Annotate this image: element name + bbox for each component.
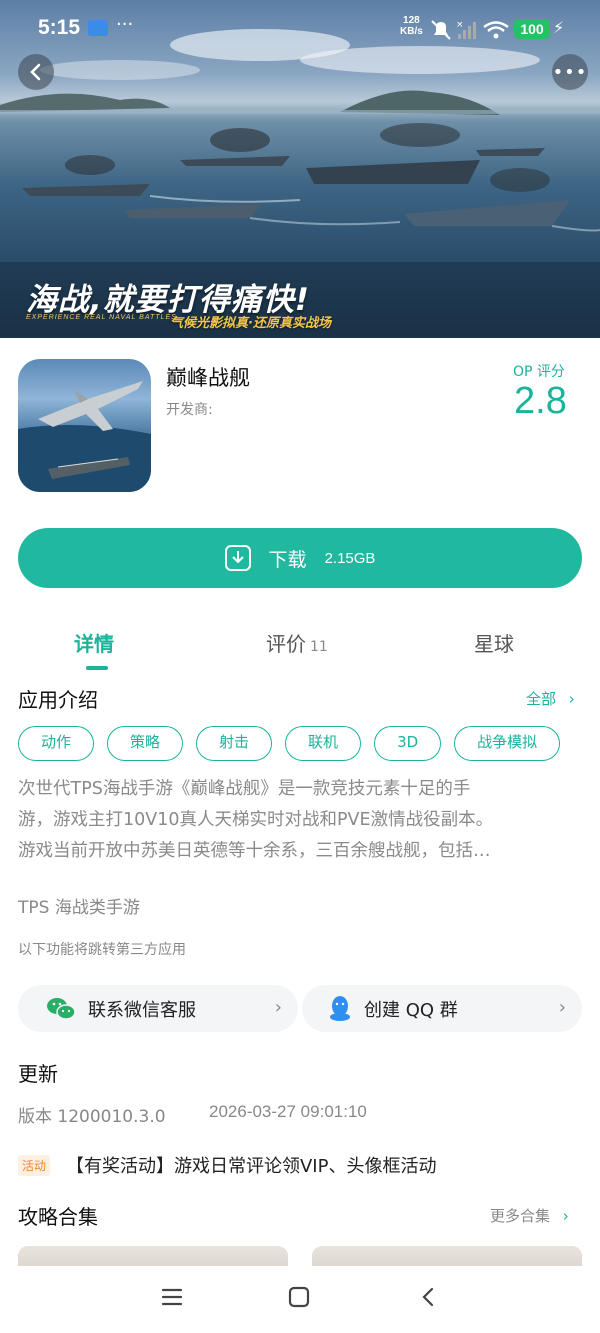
- svg-text:×: ×: [456, 20, 464, 30]
- update-title: 更新: [18, 1062, 58, 1086]
- app-icon: [18, 359, 151, 492]
- menu-icon[interactable]: [161, 1286, 183, 1308]
- qq-icon: [330, 995, 350, 1021]
- more-collections-link[interactable]: 更多合集 ›: [490, 1205, 569, 1226]
- chevron-right-icon: ›: [558, 997, 566, 1018]
- status-more-dots: ···: [116, 14, 134, 35]
- banner-slogan-en: EXPERIENCE REAL NAVAL BATTLES: [26, 314, 177, 321]
- tag-item[interactable]: 联机: [285, 726, 362, 761]
- chevron-right-icon: ›: [568, 690, 575, 708]
- activity-badge: 活动: [18, 1155, 51, 1176]
- more-options-button[interactable]: •••: [552, 54, 588, 90]
- update-date: 2026-03-27 09:01:10: [209, 1102, 367, 1121]
- network-speed-unit: KB/s: [400, 26, 423, 37]
- activity-link[interactable]: 【有奖活动】游戏日常评论领VIP、头像框活动: [66, 1152, 436, 1178]
- hero-banner[interactable]: 5:15 ··· 128 KB/s × 100 ⚡ ••• 海战,就要打得痛快!…: [0, 0, 600, 338]
- developer-label: 开发商:: [166, 402, 213, 418]
- tab-reviews-label: 评价: [266, 632, 306, 656]
- chevron-left-icon: [30, 63, 41, 81]
- wechat-support-label: 联系微信客服: [88, 999, 196, 1021]
- tag-item[interactable]: 策略: [107, 726, 184, 761]
- chevron-right-icon: ›: [274, 997, 282, 1018]
- network-speed: 128 KB/s: [400, 15, 423, 37]
- rating-label: OP 评分: [513, 364, 565, 380]
- back-button[interactable]: [18, 54, 54, 90]
- back-nav-icon[interactable]: [418, 1286, 440, 1308]
- more-dots-icon: •••: [552, 61, 588, 83]
- charging-icon: ⚡: [553, 18, 565, 37]
- network-speed-value: 128: [403, 15, 420, 26]
- chevron-right-icon: ›: [562, 1207, 569, 1225]
- tab-details[interactable]: 详情: [74, 628, 114, 657]
- wechat-support-button[interactable]: 联系微信客服 ›: [18, 985, 298, 1032]
- description-line: 次世代TPS海战手游《巅峰战舰》是一款竞技元素十足的手: [18, 779, 471, 799]
- battery-indicator: 100: [514, 19, 550, 39]
- intro-see-all[interactable]: 全部 ›: [526, 688, 575, 709]
- wechat-icon: [47, 997, 76, 1020]
- guides-title: 攻略合集: [18, 1205, 98, 1229]
- tab-details-label: 详情: [74, 632, 114, 656]
- home-icon[interactable]: [288, 1286, 310, 1308]
- tag-item[interactable]: 动作: [18, 726, 95, 761]
- jet-carrier-artwork: [18, 381, 151, 492]
- version-text: 版本 1200010.3.0: [18, 1107, 166, 1127]
- download-label: 下载: [268, 548, 307, 571]
- mail-icon: [88, 20, 108, 36]
- download-size: 2.15GB: [324, 549, 376, 567]
- app-subtitle: TPS 海战类手游: [18, 898, 140, 918]
- tab-reviews[interactable]: 评价 11: [266, 628, 328, 657]
- tab-planet-label: 星球: [474, 632, 514, 656]
- download-icon: [224, 545, 251, 571]
- wifi-icon: [483, 21, 509, 39]
- tab-planet[interactable]: 星球: [474, 628, 514, 657]
- banner-slogan-sub: 气候光影拟真·还原真实战场: [170, 316, 331, 331]
- status-time: 5:15: [38, 16, 81, 39]
- intro-title: 应用介绍: [18, 688, 98, 712]
- app-description[interactable]: 次世代TPS海战手游《巅峰战舰》是一款竞技元素十足的手 游，游戏主打10V10真…: [18, 774, 586, 867]
- tag-item[interactable]: 射击: [196, 726, 273, 761]
- status-icons: ×: [431, 20, 509, 40]
- tag-list: 动作 策略 射击 联机 3D 战争模拟: [18, 726, 573, 762]
- mute-icon: [431, 20, 451, 40]
- create-qq-group-button[interactable]: 创建 QQ 群 ›: [302, 985, 582, 1032]
- description-line: 游戏当前开放中苏美日英德等十余系，三百余艘战舰，包括…: [18, 841, 491, 861]
- more-collections-label: 更多合集: [490, 1207, 551, 1225]
- tag-item[interactable]: 战争模拟: [454, 726, 561, 761]
- tab-reviews-count: 11: [310, 639, 328, 655]
- create-qq-group-label: 创建 QQ 群: [364, 999, 458, 1021]
- intro-see-all-label: 全部: [526, 690, 557, 708]
- app-name: 巅峰战舰: [166, 366, 250, 390]
- rating-score: 2.8: [514, 380, 567, 422]
- system-nav-bar: [0, 1266, 600, 1333]
- tag-item[interactable]: 3D: [374, 726, 442, 761]
- status-bar: 5:15 ··· 128 KB/s × 100 ⚡: [0, 0, 600, 58]
- signal-icon: ×: [456, 20, 476, 39]
- third-party-note: 以下功能将跳转第三方应用: [18, 942, 186, 958]
- description-line: 游，游戏主打10V10真人天梯实时对战和PVE激情战役副本。: [18, 810, 494, 830]
- download-button[interactable]: 下载 2.15GB: [18, 528, 582, 588]
- tab-active-indicator: [86, 666, 108, 670]
